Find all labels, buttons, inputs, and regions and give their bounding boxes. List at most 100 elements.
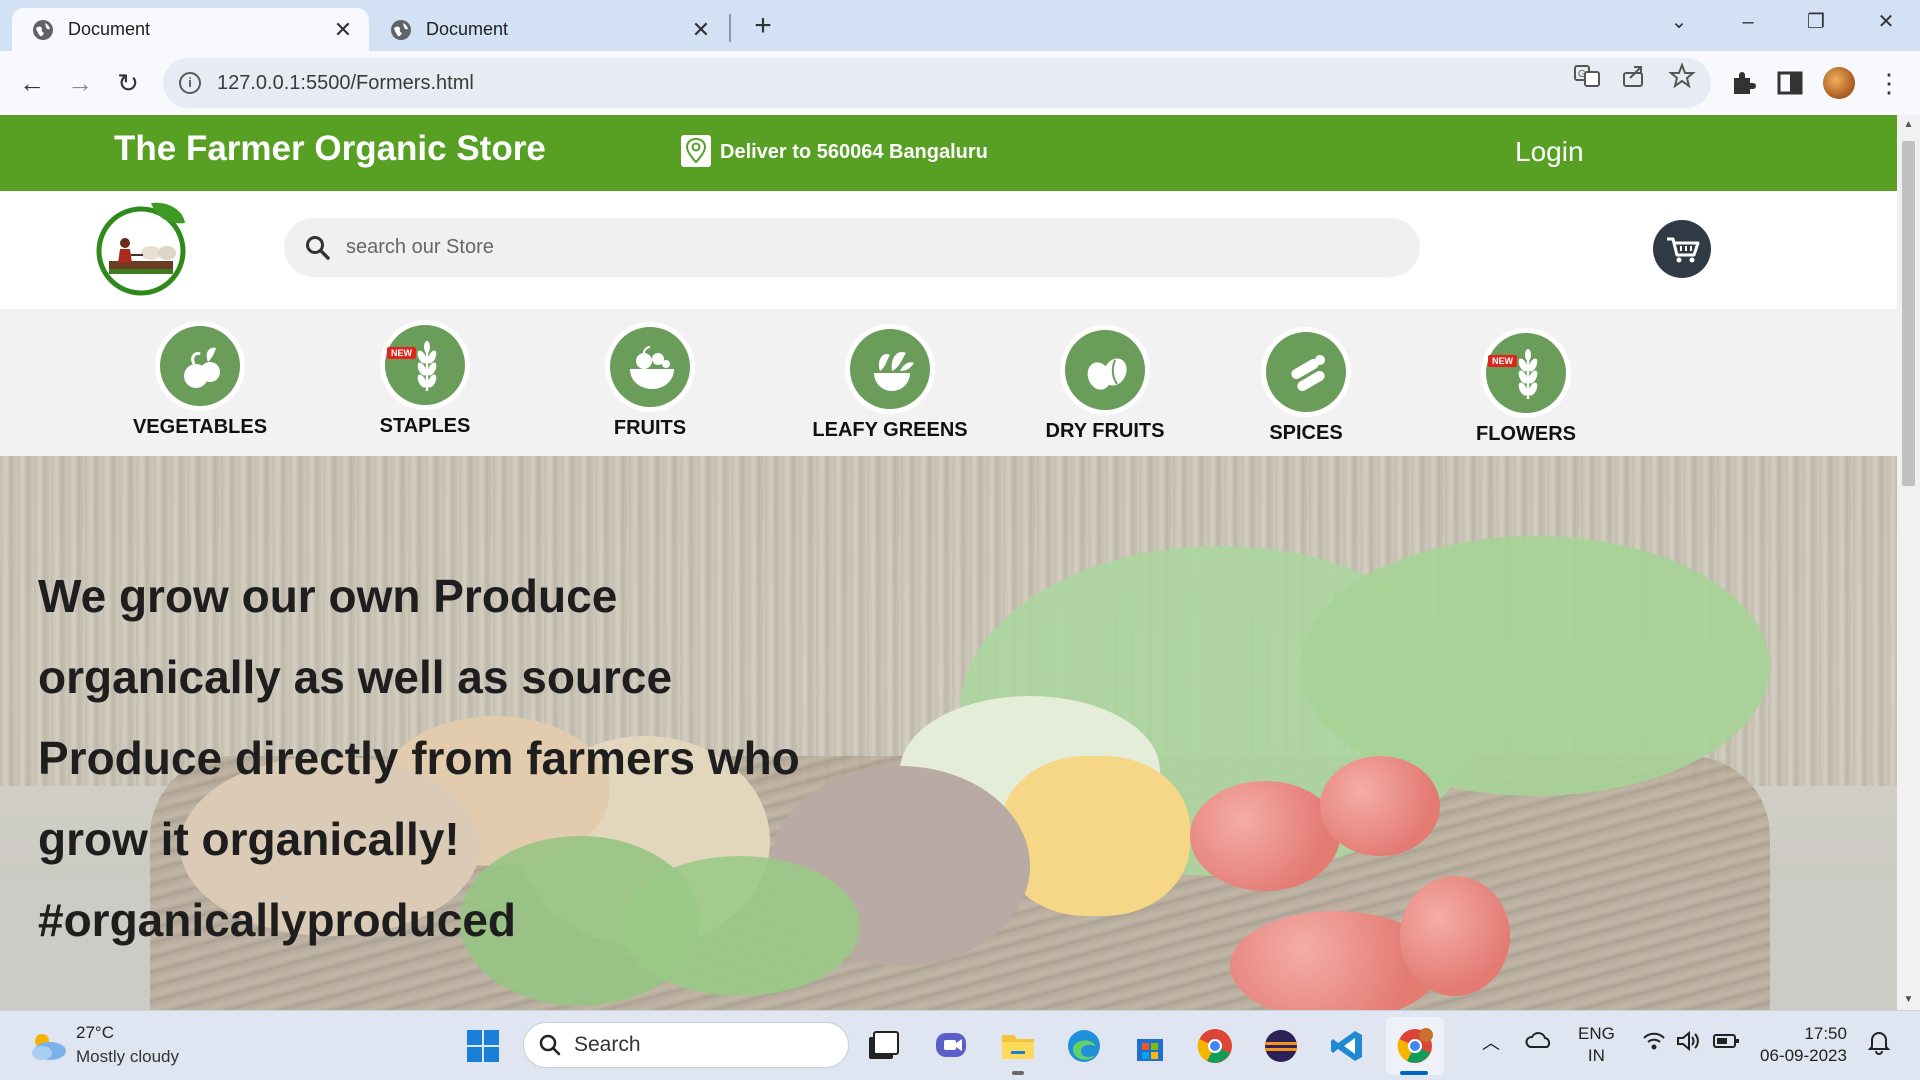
- category-label: FRUITS: [613, 417, 687, 439]
- hero-hashtag: #organicallyproduced: [38, 894, 517, 946]
- leafy-greens-icon: [848, 327, 932, 411]
- category-vegetables[interactable]: VEGETABLES: [125, 324, 275, 439]
- edge-browser-icon[interactable]: [1065, 1027, 1103, 1065]
- site-info-icon[interactable]: i: [179, 72, 201, 94]
- hero-line: We grow our own Produce: [38, 570, 618, 622]
- store-title[interactable]: The Farmer Organic Store: [114, 129, 546, 169]
- tab-title: Document: [68, 19, 151, 39]
- category-label: FLOWERS: [1476, 423, 1576, 445]
- category-label: VEGETABLES: [132, 416, 268, 438]
- new-badge: NEW: [1488, 355, 1517, 367]
- category-spices[interactable]: SPICES: [1231, 330, 1381, 445]
- page-scrollbar[interactable]: ▲ ▼: [1897, 115, 1920, 1010]
- browser-tab[interactable]: Document ✕: [370, 8, 727, 51]
- category-staples[interactable]: NEW STAPLES: [350, 323, 500, 438]
- address-bar[interactable]: i 127.0.0.1:5500/Formers.html: [163, 58, 1711, 108]
- cloudy-weather-icon[interactable]: [28, 1031, 68, 1061]
- tab-separator: [729, 14, 731, 42]
- search-icon: [539, 1034, 561, 1056]
- cart-icon: [1667, 237, 1700, 263]
- taskbar-search-label: Search: [574, 1033, 641, 1056]
- vscode-icon[interactable]: [1328, 1027, 1366, 1065]
- weather-temperature[interactable]: 27°C: [76, 1023, 114, 1043]
- language-code: ENG: [1578, 1024, 1615, 1043]
- login-link[interactable]: Login: [1515, 136, 1584, 168]
- volume-icon[interactable]: [1675, 1029, 1701, 1053]
- close-tab-icon[interactable]: ✕: [689, 17, 713, 43]
- url-text: 127.0.0.1:5500/Formers.html: [217, 71, 474, 94]
- forward-button[interactable]: →: [62, 65, 98, 101]
- browser-tab[interactable]: Document ✕: [12, 8, 369, 51]
- running-indicator: [1012, 1071, 1024, 1075]
- taskbar-search[interactable]: Search: [523, 1022, 849, 1068]
- side-panel-icon[interactable]: [1775, 68, 1805, 98]
- delivery-location[interactable]: Deliver to 560064 Bangaluru: [720, 141, 988, 164]
- new-tab-button[interactable]: +: [748, 8, 778, 44]
- hero-line: organically as well as source: [38, 651, 673, 703]
- windows-start-icon[interactable]: [464, 1027, 502, 1065]
- close-tab-icon[interactable]: ✕: [331, 17, 355, 43]
- scrollbar-thumb[interactable]: [1902, 141, 1915, 486]
- category-dry-fruits[interactable]: DRY FRUITS: [1030, 328, 1180, 443]
- browser-menu-icon[interactable]: ⋮: [1876, 65, 1902, 101]
- microsoft-store-icon[interactable]: [1131, 1027, 1169, 1065]
- restore-button[interactable]: ❐: [1791, 6, 1841, 38]
- search-row: [0, 191, 1897, 309]
- category-fruits[interactable]: FRUITS: [575, 325, 725, 440]
- share-icon[interactable]: [1620, 63, 1648, 89]
- site-header: The Farmer Organic Store Deliver to 5600…: [0, 115, 1897, 191]
- weather-condition[interactable]: Mostly cloudy: [76, 1047, 179, 1067]
- browser-tab-strip: Document ✕ Document ✕ + ⌄ – ❐ ✕: [0, 0, 1920, 51]
- active-app-indicator: [1400, 1071, 1428, 1075]
- extensions-puzzle-icon[interactable]: [1728, 68, 1758, 98]
- hero-tagline: We grow our own Produce organically as w…: [38, 556, 918, 961]
- search-icon[interactable]: [304, 234, 332, 262]
- category-bar: VEGETABLES NEW STAPLES FRUITS LEAFY GREE…: [0, 309, 1897, 456]
- new-badge: NEW: [387, 347, 416, 359]
- battery-icon[interactable]: [1712, 1029, 1740, 1053]
- notification-bell-icon[interactable]: [1866, 1029, 1892, 1055]
- minimize-button[interactable]: –: [1723, 6, 1773, 38]
- fruit-bowl-icon: [608, 325, 692, 409]
- input-language[interactable]: ENG IN: [1578, 1023, 1615, 1067]
- onedrive-cloud-icon[interactable]: [1525, 1029, 1553, 1053]
- back-button[interactable]: ←: [14, 65, 50, 101]
- wheat-icon: NEW: [1484, 331, 1568, 415]
- category-label: DRY FRUITS: [1045, 420, 1165, 442]
- nuts-icon: [1063, 328, 1147, 412]
- file-explorer-icon[interactable]: [999, 1027, 1037, 1065]
- cart-button[interactable]: [1653, 220, 1711, 278]
- hero-banner: We grow our own Produce organically as w…: [0, 456, 1897, 1010]
- category-flowers[interactable]: NEW FLOWERS: [1451, 331, 1601, 446]
- bookmark-star-icon[interactable]: [1668, 63, 1696, 89]
- scroll-up-arrow-icon[interactable]: ▲: [1897, 115, 1920, 135]
- show-hidden-icons-chevron-icon[interactable]: ︿: [1482, 1029, 1500, 1055]
- wheat-icon: NEW: [383, 323, 467, 407]
- page-viewport: The Farmer Organic Store Deliver to 5600…: [0, 115, 1897, 1010]
- category-label: SPICES: [1269, 422, 1343, 444]
- chrome-icon[interactable]: [1196, 1027, 1234, 1065]
- globe-icon: [33, 19, 53, 40]
- store-logo[interactable]: [95, 199, 189, 297]
- region-code: IN: [1587, 1046, 1605, 1065]
- hero-line: Produce directly from farmers who: [38, 732, 800, 784]
- wifi-icon[interactable]: [1642, 1029, 1666, 1053]
- eclipse-ide-icon[interactable]: [1262, 1027, 1300, 1065]
- scroll-down-arrow-icon[interactable]: ▼: [1897, 990, 1920, 1010]
- system-clock[interactable]: 17:50 06-09-2023: [1760, 1023, 1847, 1067]
- clock-time: 17:50: [1804, 1024, 1847, 1043]
- tab-title: Document: [426, 19, 509, 39]
- windows-taskbar: 27°C Mostly cloudy Search ︿ ENG IN 17:50…: [0, 1010, 1920, 1080]
- spices-icon: [1264, 330, 1348, 414]
- close-window-button[interactable]: ✕: [1861, 6, 1911, 38]
- translate-icon[interactable]: G: [1573, 63, 1601, 89]
- chrome-profile-icon[interactable]: [1396, 1027, 1434, 1065]
- search-input[interactable]: [346, 236, 1346, 259]
- hero-line: grow it organically!: [38, 813, 460, 865]
- teams-chat-icon[interactable]: [932, 1027, 970, 1065]
- profile-avatar[interactable]: [1823, 67, 1855, 99]
- task-view-icon[interactable]: [864, 1027, 902, 1065]
- reload-button[interactable]: ↻: [110, 65, 146, 101]
- category-leafy-greens[interactable]: LEAFY GREENS: [800, 327, 980, 442]
- tab-search-chevron-icon[interactable]: ⌄: [1654, 6, 1704, 38]
